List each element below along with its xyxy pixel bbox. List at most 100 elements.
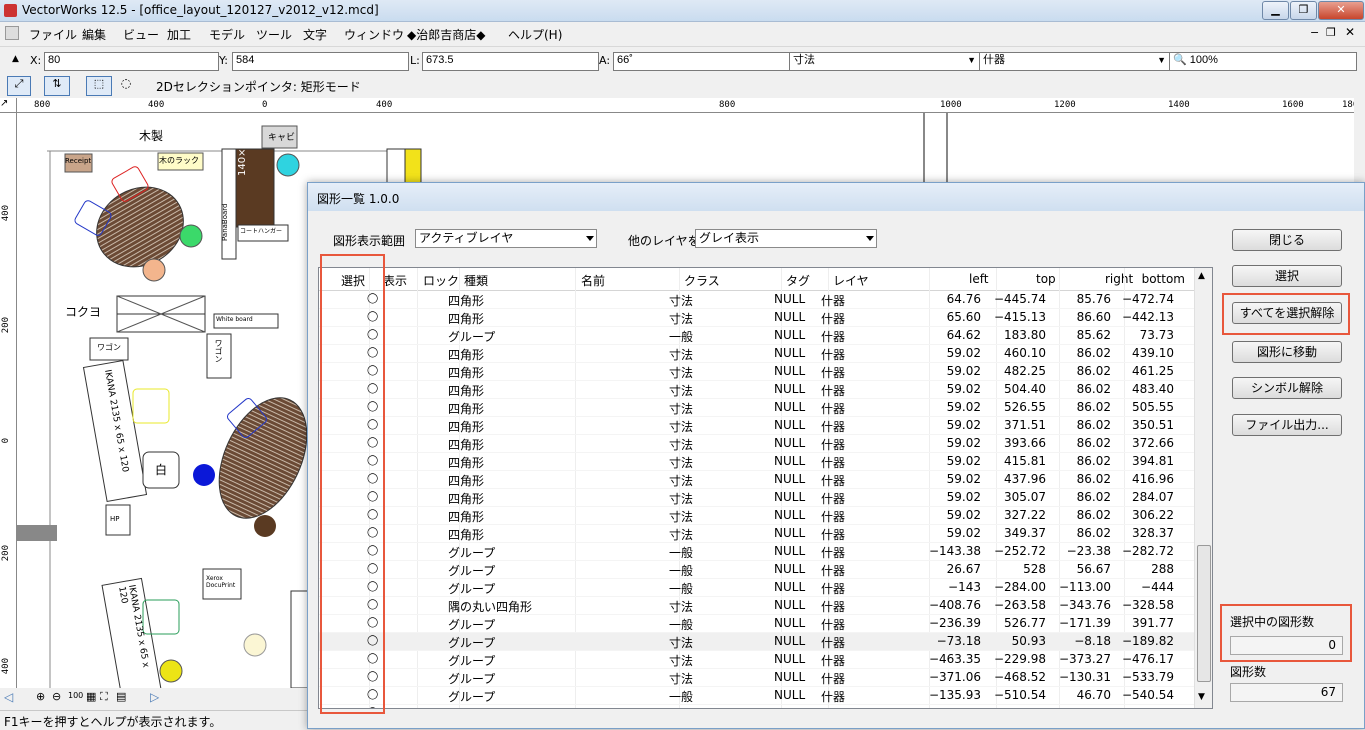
cell-bottom: 394.81 xyxy=(1132,454,1174,468)
maximize-button[interactable]: ❐ xyxy=(1290,1,1317,20)
col-name[interactable]: 名前 xyxy=(581,272,605,289)
table-row[interactable]: ◯ グループ 一般 NULL 什器 −143 −284.00 −113.00 −444 xyxy=(319,579,1194,597)
table-row[interactable]: ◯ 四角形 寸法 NULL 什器 59.02 415.81 86.02 394.81 xyxy=(319,453,1194,471)
mdi-restore-icon[interactable]: ❐ xyxy=(1326,26,1336,39)
zoom-in-icon[interactable]: ⊕ xyxy=(36,690,45,703)
cell-type: 四角形 xyxy=(448,402,485,416)
table-row[interactable]: ◯ グループ 寸法 NULL 什器 −371.06 −468.52 −130.31 −533.7… xyxy=(319,669,1194,687)
scroll-down-icon[interactable]: ▼ xyxy=(1198,692,1205,702)
table-row[interactable]: ◯ 四角形 寸法 NULL 什器 59.02 437.96 86.02 416.96 xyxy=(319,471,1194,489)
scroll-up-icon[interactable]: ▲ xyxy=(1198,271,1205,281)
menu-view[interactable]: ビュー xyxy=(123,26,159,43)
table-row[interactable]: ◯シンボル寸法NULL什器−316.8890.61−89.88−157.19 xyxy=(319,705,1194,708)
col-class[interactable]: クラス xyxy=(684,272,720,289)
col-visible[interactable]: 表示 xyxy=(383,272,407,289)
y-field[interactable]: 584 xyxy=(232,52,409,71)
cell-left: −135.93 xyxy=(928,688,981,702)
table-row[interactable]: ◯ 四角形 寸法 NULL 什器 59.02 526.55 86.02 505.55 xyxy=(319,399,1194,417)
close-button[interactable]: ✕ xyxy=(1318,1,1364,20)
table-row[interactable]: ◯ 四角形 寸法 NULL 什器 59.02 371.51 86.02 350.51 xyxy=(319,417,1194,435)
mdi-min-icon[interactable]: − xyxy=(1310,26,1319,39)
print-area-icon[interactable]: ▤ xyxy=(116,690,126,703)
menu-file[interactable]: ファイル xyxy=(29,26,77,43)
cell-top: 504.40 xyxy=(1004,382,1046,396)
col-lock[interactable]: ロック xyxy=(423,272,459,289)
x-field[interactable]: 80 xyxy=(44,52,219,71)
menu-tool[interactable]: ツール xyxy=(256,26,292,43)
table-row[interactable]: ◯ 四角形 寸法 NULL 什器 59.02 305.07 86.02 284.07 xyxy=(319,489,1194,507)
cell-top: 305.07 xyxy=(1004,490,1046,504)
col-type[interactable]: 種類 xyxy=(464,272,488,289)
rect-select-icon[interactable]: ⬚ xyxy=(86,76,112,96)
highlight-deselect-button xyxy=(1222,293,1350,335)
table-row[interactable]: ◯ 四角形 寸法 NULL 什器 59.02 349.37 86.02 328.37 xyxy=(319,525,1194,543)
align-mode-icon[interactable]: ⇅ xyxy=(44,76,70,96)
zoom-100-icon[interactable]: 100 xyxy=(68,691,83,700)
layer-select[interactable]: 什器 ▼ xyxy=(979,52,1170,71)
label-rack: 木のラック xyxy=(159,156,199,165)
cell-layer: 什器 xyxy=(821,456,846,470)
col-top[interactable]: top xyxy=(1036,272,1056,286)
table-oval-1 xyxy=(96,186,184,268)
page-next-icon[interactable]: ▷ xyxy=(150,690,159,704)
table-row[interactable]: ◯ 四角形 寸法 NULL 什器 59.02 482.25 86.02 461.25 xyxy=(319,363,1194,381)
l-field[interactable]: 673.5 xyxy=(422,52,599,71)
page-prev-icon[interactable]: ◁ xyxy=(4,690,13,704)
table-row[interactable]: ◯ グループ 一般 NULL 什器 −135.93 −510.54 46.70 −540.54 xyxy=(319,687,1194,705)
resize-mode-icon[interactable]: ⤢ xyxy=(7,76,31,96)
fit-icon[interactable]: ▦ xyxy=(86,690,96,703)
a-field[interactable]: 66˚ xyxy=(613,52,790,71)
col-layer[interactable]: レイヤ xyxy=(833,272,869,289)
col-left[interactable]: left xyxy=(969,272,988,286)
menu-model[interactable]: モデル xyxy=(209,26,245,43)
table-row[interactable]: ◯ 四角形 寸法 NULL 什器 65.60 −415.13 86.60 −442.13 xyxy=(319,309,1194,327)
table-row[interactable]: ◯ グループ 一般 NULL 什器 26.67 528 56.67 288 xyxy=(319,561,1194,579)
table-row[interactable]: ◯ 四角形 寸法 NULL 什器 59.02 393.66 86.02 372.66 xyxy=(319,435,1194,453)
shape-table[interactable]: 選択 表示 ロック 種類 名前 クラス タグ レイヤ left top righ… xyxy=(318,267,1213,709)
col-tag[interactable]: タグ xyxy=(786,272,810,289)
stool-cream xyxy=(243,633,267,657)
move-to-shape-button[interactable]: 図形に移動 xyxy=(1232,341,1342,363)
select-button[interactable]: 選択 xyxy=(1232,265,1342,287)
table-row[interactable]: ◯ 四角形 寸法 NULL 什器 59.02 460.10 86.02 439.10 xyxy=(319,345,1194,363)
cell-right: 86.02 xyxy=(1076,454,1111,468)
mdi-close-icon[interactable]: ✕ xyxy=(1345,25,1355,39)
table-row[interactable]: ◯ グループ 一般 NULL 什器 64.62 183.80 85.62 73.73 xyxy=(319,327,1194,345)
menu-text[interactable]: 文字 xyxy=(303,26,327,43)
collapse-arrow-icon[interactable]: ▲ xyxy=(12,54,19,64)
menu-edit[interactable]: 編集 xyxy=(82,26,106,43)
table-row[interactable]: ◯ グループ 一般 NULL 什器 −143.38 −252.72 −23.38 −282.72 xyxy=(319,543,1194,561)
table-row[interactable]: ◯ 四角形 寸法 NULL 什器 59.02 504.40 86.02 483.40 xyxy=(319,381,1194,399)
cell-bottom: −328.58 xyxy=(1121,598,1174,612)
close-dialog-button[interactable]: 閉じる xyxy=(1232,229,1342,251)
cell-right: 46.70 xyxy=(1076,688,1111,702)
cell-bottom: −472.74 xyxy=(1121,292,1174,306)
col-right[interactable]: right xyxy=(1105,272,1133,286)
zoom-out-icon[interactable]: ⊖ xyxy=(52,690,61,703)
zoom-field[interactable]: 🔍 100% xyxy=(1169,52,1357,71)
menu-jirokichi[interactable]: ◆治郎吉商店◆ xyxy=(407,26,485,43)
table-row[interactable]: ◯ 隅の丸い四角形 寸法 NULL 什器 −408.76 −263.58 −343.76 −32… xyxy=(319,597,1194,615)
scroll-thumb[interactable] xyxy=(1197,545,1211,682)
menu-window[interactable]: ウィンドウ xyxy=(344,26,404,43)
symbol-release-button[interactable]: シンボル解除 xyxy=(1232,377,1342,399)
menu-modify[interactable]: 加工 xyxy=(167,26,191,43)
table-row[interactable]: ◯ グループ 寸法 NULL 什器 −463.35 −229.98 −373.27 −476.1… xyxy=(319,651,1194,669)
other-layer-select[interactable]: グレイ表示 xyxy=(695,229,877,248)
minimize-button[interactable]: ▁ xyxy=(1262,1,1289,20)
label-desk-size: 140×65 xyxy=(237,135,248,176)
menu-help[interactable]: ヘルプ(H) xyxy=(508,26,562,43)
doc-icon[interactable] xyxy=(5,26,19,40)
table-row[interactable]: ◯ 四角形 寸法 NULL 什器 59.02 327.22 86.02 306.22 xyxy=(319,507,1194,525)
other-layer-value: グレイ表示 xyxy=(699,231,760,245)
class-select[interactable]: 寸法 ▼ xyxy=(789,52,980,71)
col-bottom[interactable]: bottom xyxy=(1141,272,1185,286)
fit-page-icon[interactable]: ⛶ xyxy=(100,690,108,704)
table-row[interactable]: ◯ 四角形 寸法 NULL 什器 64.76 −445.74 85.76 −472.74 xyxy=(319,291,1194,309)
range-select[interactable]: アクティブレイヤ xyxy=(415,229,597,248)
lasso-select-icon[interactable]: ◌ xyxy=(116,76,136,94)
export-file-button[interactable]: ファイル出力... xyxy=(1232,414,1342,436)
table-row[interactable]: ◯ グループ 寸法 NULL 什器 −73.18 50.93 −8.18 −189.82 xyxy=(319,633,1194,651)
table-scrollbar[interactable]: ▲ ▼ xyxy=(1194,268,1212,708)
table-row[interactable]: ◯ グループ 一般 NULL 什器 −236.39 526.77 −171.39 391.77 xyxy=(319,615,1194,633)
